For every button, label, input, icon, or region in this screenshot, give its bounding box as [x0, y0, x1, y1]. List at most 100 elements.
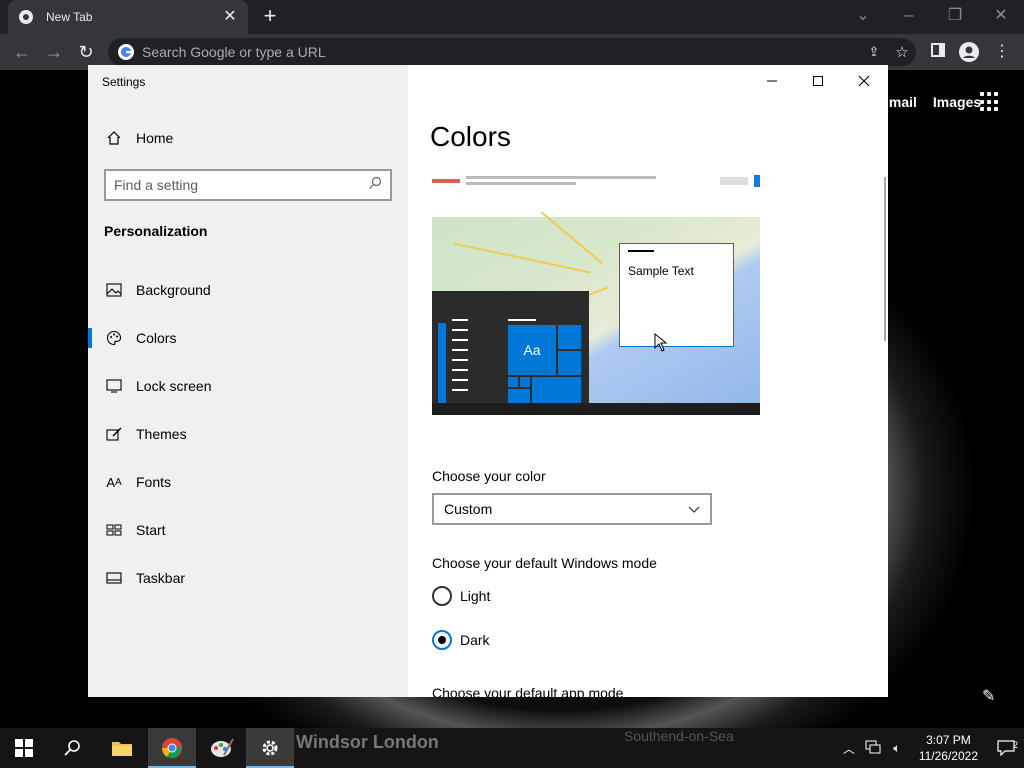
radio-label: Dark: [460, 632, 490, 648]
preview-start-menu: Aa: [432, 291, 589, 403]
themes-icon: [104, 424, 124, 444]
sidebar-item-colors[interactable]: Colors: [88, 318, 408, 358]
taskbar-background-text: Windsor London: [296, 732, 439, 752]
preview-tile: Aa: [508, 325, 556, 375]
images-link[interactable]: Images: [933, 94, 981, 110]
windows-taskbar: Windsor London Southend-on-Sea ︿ 🔈︎ 3:07…: [0, 728, 1024, 768]
sidebar-item-label: Background: [136, 282, 211, 298]
close-tab-icon[interactable]: ✕: [222, 9, 238, 25]
network-icon[interactable]: [861, 740, 885, 757]
sidebar-item-label: Colors: [136, 330, 177, 346]
search-icon: [368, 176, 382, 195]
color-dropdown-value: Custom: [444, 501, 493, 517]
search-icon: [64, 740, 80, 756]
chrome-tabbar: New Tab ✕ + ⌄ – ❐ ✕: [0, 0, 1024, 34]
chrome-icon: [161, 738, 182, 758]
paint-taskbar-button[interactable]: [198, 728, 246, 768]
home-nav[interactable]: Home: [88, 118, 408, 158]
notification-count: 2: [1012, 740, 1018, 750]
google-links: Gmail Images: [878, 94, 981, 110]
scrollbar[interactable]: [884, 177, 886, 341]
taskbar-background-text-2: Southend-on-Sea: [624, 728, 734, 744]
lock-screen-icon: [104, 376, 124, 396]
home-icon: [104, 128, 124, 148]
chrome-taskbar-button[interactable]: [148, 728, 196, 768]
minimize-button[interactable]: [749, 65, 795, 97]
chrome-menu-icon[interactable]: ⋮: [992, 42, 1012, 62]
profile-avatar-icon[interactable]: [959, 42, 979, 62]
section-heading: Personalization: [104, 223, 208, 239]
settings-window: Settings Home Personalization Background: [88, 65, 888, 697]
taskbar-icon: [104, 568, 124, 588]
choose-color-label: Choose your color: [432, 468, 546, 484]
start-button[interactable]: [0, 728, 48, 768]
palette-icon: [104, 328, 124, 348]
preview-browser-header: [432, 173, 760, 217]
radio-button[interactable]: [432, 586, 452, 606]
tab-search-icon[interactable]: ⌄: [848, 4, 878, 28]
clock[interactable]: 3:07 PM 11/26/2022: [909, 732, 988, 764]
chevron-down-icon: [688, 501, 700, 517]
home-label: Home: [136, 130, 174, 146]
fonts-icon: AA: [106, 474, 122, 490]
chevron-up-icon[interactable]: ︿: [837, 740, 861, 757]
preview-window: Sample Text: [619, 243, 734, 347]
sidebar-item-taskbar[interactable]: Taskbar: [88, 558, 408, 598]
new-tab-button[interactable]: +: [258, 5, 282, 29]
app-mode-label: Choose your default app mode: [432, 685, 624, 697]
volume-icon[interactable]: 🔈︎: [885, 741, 909, 756]
page-title: Colors: [430, 121, 511, 152]
browser-tab[interactable]: New Tab ✕: [8, 0, 248, 34]
side-panel-icon[interactable]: [928, 42, 948, 62]
preview-taskbar: [432, 403, 760, 415]
google-icon: [118, 44, 134, 60]
sidebar-item-label: Taskbar: [136, 570, 186, 586]
maximize-button[interactable]: [795, 65, 841, 97]
start-icon: [104, 520, 124, 540]
share-icon[interactable]: ⇪: [860, 44, 888, 60]
radio-label: Light: [460, 588, 491, 604]
forward-icon[interactable]: →: [42, 40, 66, 64]
sidebar-item-start[interactable]: Start: [88, 510, 408, 550]
color-preview: Aa Sample Text: [432, 173, 760, 415]
back-icon[interactable]: ←: [10, 40, 34, 64]
reload-icon[interactable]: ↻: [74, 40, 98, 64]
windows-mode-label: Choose your default Windows mode: [432, 555, 657, 571]
omnibox-input[interactable]: [142, 44, 860, 60]
close-browser-button[interactable]: ✕: [986, 4, 1016, 28]
folder-icon: [112, 742, 132, 756]
notification-center-button[interactable]: 2: [988, 740, 1024, 756]
sidebar-item-fonts[interactable]: AA Fonts: [88, 462, 408, 502]
close-button[interactable]: [841, 65, 887, 97]
sidebar-item-label: Fonts: [136, 474, 172, 490]
restore-browser-button[interactable]: ❐: [940, 4, 970, 28]
window-title: Settings: [102, 75, 146, 89]
radio-dark[interactable]: Dark: [432, 629, 490, 651]
sidebar-item-lock-screen[interactable]: Lock screen: [88, 366, 408, 406]
sidebar-item-label: Lock screen: [136, 378, 212, 394]
paint-icon: [211, 738, 234, 757]
file-explorer-button[interactable]: [98, 728, 146, 768]
mouse-cursor-icon: [654, 333, 668, 352]
radio-light[interactable]: Light: [432, 585, 490, 607]
settings-taskbar-button[interactable]: [246, 728, 294, 768]
find-setting-input[interactable]: [114, 177, 368, 193]
windows-logo-icon: [15, 739, 33, 757]
omnibox[interactable]: ⇪ ☆: [108, 38, 916, 66]
radio-button-checked[interactable]: [432, 630, 452, 650]
sidebar-item-label: Start: [136, 522, 166, 538]
clock-time: 3:07 PM: [926, 733, 971, 747]
minimize-browser-button[interactable]: –: [894, 4, 924, 28]
bookmark-star-icon[interactable]: ☆: [888, 43, 916, 61]
customize-pencil-icon[interactable]: ✎: [982, 686, 995, 706]
find-setting-box[interactable]: [104, 169, 392, 201]
chrome-icon: [19, 10, 33, 24]
preview-sample-text: Sample Text: [628, 264, 694, 278]
google-apps-icon[interactable]: [980, 92, 1000, 112]
color-dropdown[interactable]: Custom: [432, 493, 712, 525]
search-button[interactable]: [48, 728, 96, 768]
sidebar-item-themes[interactable]: Themes: [88, 414, 408, 454]
sidebar-item-background[interactable]: Background: [88, 270, 408, 310]
sidebar-item-label: Themes: [136, 426, 187, 442]
tab-title: New Tab: [46, 10, 93, 24]
